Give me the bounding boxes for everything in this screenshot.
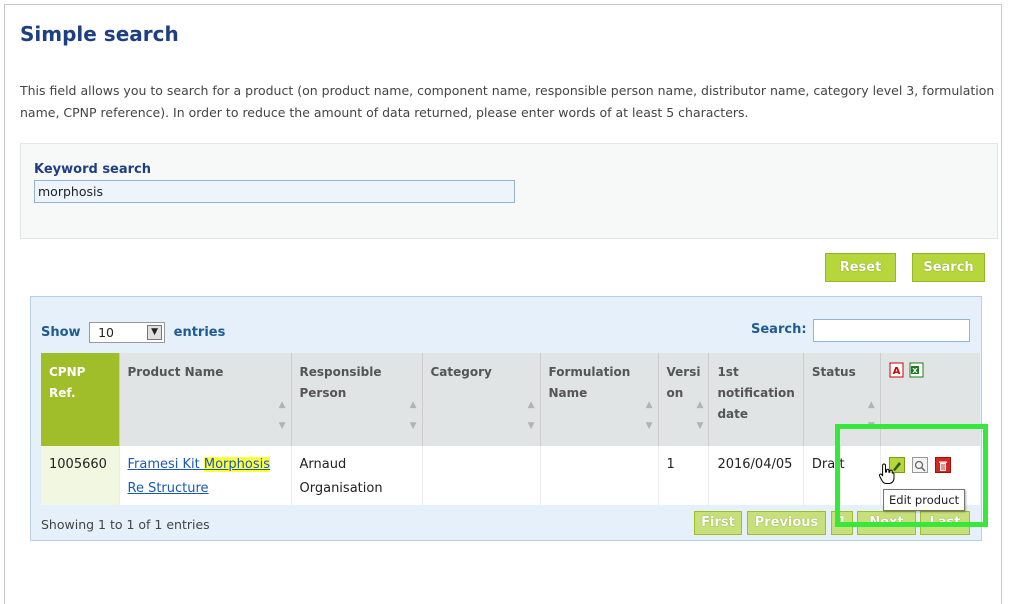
header-text: date xyxy=(717,407,749,421)
excel-export-icon[interactable]: X xyxy=(909,362,925,381)
chevron-down-icon[interactable]: ▼ xyxy=(147,325,163,340)
keyword-search-input[interactable] xyxy=(34,180,515,203)
product-name-link[interactable]: Framesi Kit Morphosis Re Structure xyxy=(128,457,271,496)
product-name-text: Re Structure xyxy=(127,481,209,496)
product-name-text: Framesi Kit xyxy=(127,457,204,472)
table-info: Showing 1 to 1 of 1 entries xyxy=(41,517,210,532)
entries-label: entries xyxy=(173,325,226,340)
column-header-product-name[interactable]: Product Name ▲ ▼ xyxy=(119,353,292,446)
header-text: 1st xyxy=(717,365,739,379)
cell-formulation-name xyxy=(540,446,659,505)
pagination-previous[interactable]: Previous xyxy=(747,511,826,535)
annotation-highlight-box xyxy=(835,424,988,527)
header-text: CPNP xyxy=(49,365,86,379)
sort-icon: ▲ ▼ xyxy=(696,400,704,431)
cell-first-notification-date: 2016/04/05 xyxy=(708,446,804,505)
page-description: This field allows you to search for a pr… xyxy=(20,83,995,120)
sort-icon: ▲ ▼ xyxy=(645,400,653,431)
cell-product-name: Framesi Kit Morphosis Re Structure xyxy=(119,446,292,505)
table-search-input[interactable] xyxy=(813,319,970,342)
header-text: Product Name xyxy=(127,365,224,379)
table-search-label: Search: xyxy=(751,322,807,337)
sort-icon: ▲ ▼ xyxy=(409,400,417,431)
column-header-responsible-person[interactable]: Responsible Person ▲ ▼ xyxy=(291,353,423,446)
entries-length-control: Show 10 ▼ entries xyxy=(41,322,225,343)
keyword-search-panel: Keyword search xyxy=(20,143,998,239)
column-header-category[interactable]: Category ▲ ▼ xyxy=(422,353,541,446)
header-text: Person xyxy=(299,386,347,400)
header-text: Name xyxy=(548,386,588,400)
header-text: Responsible xyxy=(299,365,382,379)
header-text: Ref. xyxy=(49,386,76,400)
column-header-formulation-name[interactable]: Formulation Name ▲ ▼ xyxy=(540,353,659,446)
column-header-first-notification-date[interactable]: 1st notification date xyxy=(708,353,804,446)
cell-version: 1 xyxy=(658,446,710,505)
svg-text:A: A xyxy=(892,366,900,377)
svg-text:X: X xyxy=(912,367,918,375)
edit-product-tooltip: Edit product xyxy=(883,489,966,511)
sort-icon: ▲ ▼ xyxy=(527,400,535,431)
reset-button[interactable]: Reset xyxy=(825,253,896,282)
header-text: notification xyxy=(717,386,795,400)
pdf-export-icon[interactable]: A xyxy=(889,362,909,381)
cell-cpnp-ref: 1005660 xyxy=(41,446,120,505)
sort-icon: ▲ ▼ xyxy=(278,400,286,431)
responsible-text: Organisation xyxy=(299,481,383,496)
pagination-first[interactable]: First xyxy=(694,511,742,535)
column-header-version[interactable]: Versi on ▲ ▼ xyxy=(658,353,710,446)
header-text: Formulation xyxy=(548,365,631,379)
responsible-text: Arnaud xyxy=(299,457,347,472)
page-title: Simple search xyxy=(20,22,179,46)
column-header-cpnp-ref[interactable]: CPNP Ref. xyxy=(41,353,120,446)
show-label: Show xyxy=(41,325,81,340)
entries-select[interactable]: 10 ▼ xyxy=(89,322,166,343)
keyword-search-label: Keyword search xyxy=(34,162,152,177)
header-text: Status xyxy=(811,365,856,379)
header-text: Versi xyxy=(666,365,701,379)
search-button[interactable]: Search xyxy=(912,253,985,282)
cell-responsible-person: Arnaud Organisation xyxy=(291,446,423,505)
cell-category xyxy=(422,446,541,505)
header-text: on xyxy=(666,386,684,400)
entries-select-value: 10 xyxy=(98,325,114,340)
header-text: Category xyxy=(430,365,492,379)
search-term-highlight: Morphosis xyxy=(203,457,271,472)
hand-cursor-icon xyxy=(878,463,896,489)
